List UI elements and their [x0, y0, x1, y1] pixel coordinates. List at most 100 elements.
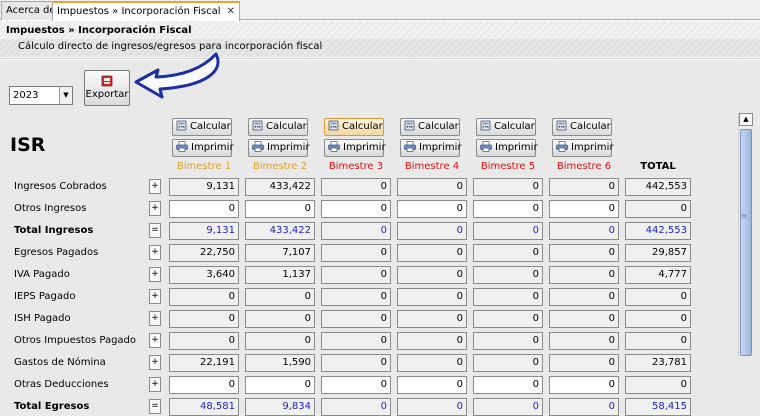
row-label: Gastos de Nómina — [14, 357, 106, 368]
value-cell[interactable]: 0 — [245, 200, 315, 218]
total-cell: 58,415 — [625, 398, 691, 416]
value-cell[interactable]: 0 — [549, 200, 619, 218]
value-cell: 0 — [321, 310, 391, 328]
export-label: Exportar — [85, 89, 129, 100]
vertical-scrollbar[interactable]: ▲ ≡ — [738, 113, 753, 356]
value-cell: 0 — [321, 332, 391, 350]
value-cell: 0 — [397, 310, 467, 328]
value-cell: 0 — [169, 288, 239, 306]
period-header-bimestre-2: Bimestre 2 — [252, 161, 308, 172]
calculate-button-bimestre-2[interactable]: Calcular — [248, 118, 308, 136]
total-cell: 0 — [625, 310, 691, 328]
year-value: 2023 — [13, 90, 39, 101]
row-operator: + — [149, 377, 161, 392]
total-cell: 0 — [625, 332, 691, 350]
print-label: Imprimir — [495, 142, 538, 153]
print-label: Imprimir — [571, 142, 614, 153]
row-operator: + — [149, 201, 161, 216]
print-button-bimestre-6[interactable]: Imprimir — [552, 139, 614, 157]
period-header-bimestre-3: Bimestre 3 — [328, 161, 384, 172]
print-button-bimestre-4[interactable]: Imprimir — [400, 139, 462, 157]
value-cell: 433,422 — [245, 222, 315, 240]
value-cell: 1,137 — [245, 266, 315, 284]
print-button-bimestre-3[interactable]: Imprimir — [324, 139, 386, 157]
value-cell: 0 — [245, 332, 315, 350]
period-header-bimestre-5: Bimestre 5 — [480, 161, 536, 172]
value-cell: 0 — [397, 288, 467, 306]
calculator-icon — [252, 120, 263, 131]
value-cell: 9,131 — [169, 222, 239, 240]
tab-impuestos-incorporacion[interactable]: Impuestos » Incorporación Fiscal ✕ — [52, 1, 240, 21]
value-cell: 433,422 — [245, 178, 315, 196]
value-cell: 0 — [321, 178, 391, 196]
calculator-icon — [328, 120, 339, 131]
value-cell: 0 — [397, 178, 467, 196]
grip-icon: ≡ — [741, 212, 747, 220]
year-select[interactable]: 2023 ▼ — [9, 86, 73, 105]
value-cell: 0 — [549, 178, 619, 196]
page-header: Impuestos » Incorporación Fiscal Cálculo… — [0, 21, 760, 59]
row-operator: = — [149, 223, 161, 238]
row-operator: + — [149, 333, 161, 348]
scroll-thumb[interactable] — [740, 129, 752, 356]
print-label: Imprimir — [191, 142, 234, 153]
row-label: IEPS Pagado — [14, 291, 76, 302]
value-cell[interactable]: 0 — [169, 200, 239, 218]
calculate-button-bimestre-3[interactable]: Calcular — [324, 118, 384, 136]
row-operator: = — [149, 399, 161, 414]
value-cell: 0 — [321, 244, 391, 262]
tab-label: Acerca de — [6, 5, 56, 16]
total-cell: 0 — [625, 376, 691, 394]
period-header-bimestre-1: Bimestre 1 — [176, 161, 232, 172]
close-icon[interactable]: ✕ — [227, 6, 235, 17]
calculate-label: Calcular — [418, 121, 459, 132]
export-button[interactable]: Exportar — [84, 70, 130, 106]
calculator-icon — [176, 120, 187, 131]
value-cell[interactable]: 0 — [473, 200, 543, 218]
period-header-bimestre-6: Bimestre 6 — [556, 161, 612, 172]
calculate-label: Calcular — [190, 121, 231, 132]
row-label: Ingresos Cobrados — [14, 181, 107, 192]
scroll-up-icon[interactable]: ▲ — [739, 113, 753, 126]
row-label: Egresos Pagados — [14, 247, 99, 258]
value-cell[interactable]: 0 — [245, 376, 315, 394]
print-button-bimestre-1[interactable]: Imprimir — [172, 139, 234, 157]
calculate-label: Calcular — [266, 121, 307, 132]
row-label: IVA Pagado — [14, 269, 70, 280]
calculate-button-bimestre-5[interactable]: Calcular — [476, 118, 536, 136]
value-cell[interactable]: 0 — [397, 376, 467, 394]
chevron-down-icon[interactable]: ▼ — [59, 87, 72, 104]
value-cell: 0 — [245, 310, 315, 328]
calculate-button-bimestre-1[interactable]: Calcular — [172, 118, 232, 136]
value-cell[interactable]: 0 — [321, 200, 391, 218]
row-label: Total Egresos — [14, 401, 90, 412]
tab-label: Impuestos » Incorporación Fiscal — [57, 6, 221, 17]
value-cell: 0 — [549, 354, 619, 372]
value-cell: 0 — [473, 266, 543, 284]
value-cell[interactable]: 0 — [397, 200, 467, 218]
value-cell: 0 — [473, 222, 543, 240]
print-label: Imprimir — [267, 142, 310, 153]
print-button-bimestre-2[interactable]: Imprimir — [248, 139, 310, 157]
calculate-button-bimestre-6[interactable]: Calcular — [552, 118, 612, 136]
total-cell: 442,553 — [625, 222, 691, 240]
calculate-button-bimestre-4[interactable]: Calcular — [400, 118, 460, 136]
row-operator: + — [149, 267, 161, 282]
print-button-bimestre-5[interactable]: Imprimir — [476, 139, 538, 157]
value-cell: 0 — [549, 244, 619, 262]
value-cell: 0 — [549, 266, 619, 284]
value-cell[interactable]: 0 — [169, 376, 239, 394]
export-icon — [101, 75, 113, 87]
value-cell[interactable]: 0 — [549, 376, 619, 394]
period-header-bimestre-4: Bimestre 4 — [404, 161, 460, 172]
value-cell: 0 — [473, 354, 543, 372]
value-cell: 0 — [169, 332, 239, 350]
calculate-label: Calcular — [342, 121, 383, 132]
page-description: Cálculo directo de ingresos/egresos para… — [0, 39, 760, 57]
value-cell[interactable]: 0 — [473, 376, 543, 394]
value-cell[interactable]: 0 — [321, 376, 391, 394]
value-cell: 3,640 — [169, 266, 239, 284]
value-cell: 0 — [397, 222, 467, 240]
value-cell: 0 — [473, 310, 543, 328]
row-operator: + — [149, 245, 161, 260]
